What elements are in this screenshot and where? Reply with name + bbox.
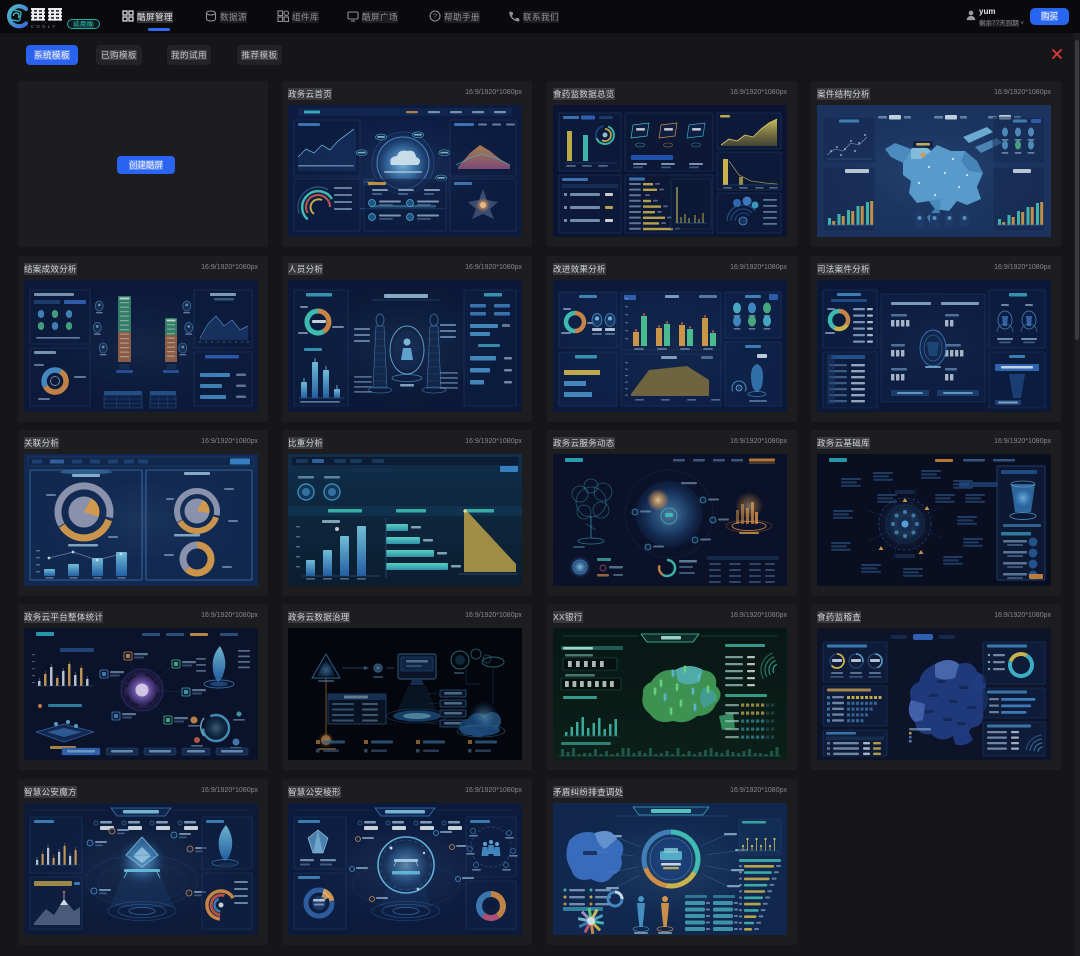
svg-text:?: ? (433, 13, 437, 20)
svg-text:COOLY: COOLY (31, 24, 57, 29)
